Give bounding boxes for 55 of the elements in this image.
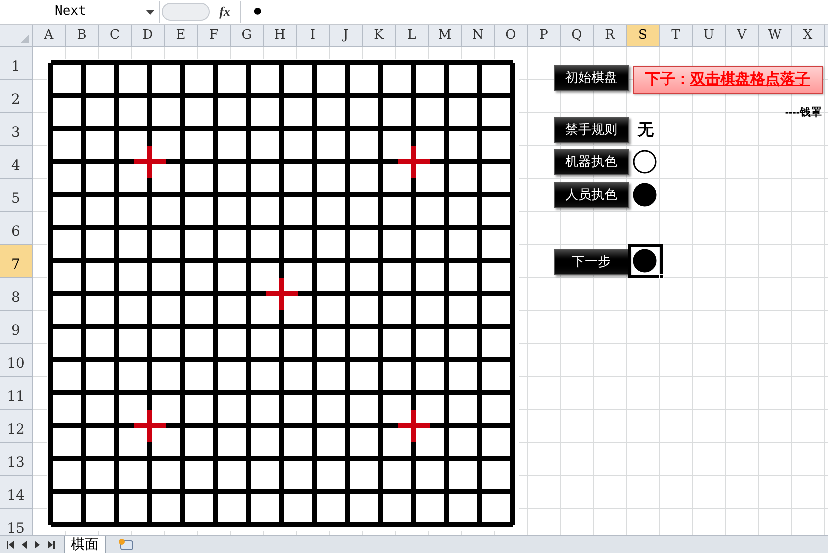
column-header[interactable]: F (198, 25, 231, 46)
row-header[interactable]: 11 (0, 377, 32, 410)
column-header[interactable]: U (693, 25, 726, 46)
insert-function-button[interactable]: fx (210, 2, 240, 22)
column-header[interactable]: L (396, 25, 429, 46)
formula-bar-handle[interactable] (162, 3, 210, 21)
column-header[interactable]: Q (561, 25, 594, 46)
column-header[interactable]: D (132, 25, 165, 46)
column-header[interactable]: H (264, 25, 297, 46)
column-header[interactable]: P (528, 25, 561, 46)
row-header[interactable]: 8 (0, 278, 32, 311)
row-header[interactable]: 5 (0, 179, 32, 212)
column-header[interactable]: X (792, 25, 825, 46)
macro-button[interactable]: 机器执色 (554, 149, 629, 175)
macro-button[interactable]: 初始棋盘 (554, 65, 629, 91)
column-header[interactable]: B (66, 25, 99, 46)
column-header[interactable]: K (363, 25, 396, 46)
caret-icon (146, 10, 155, 14)
next-sheet-icon[interactable] (35, 540, 40, 548)
row-header[interactable]: 4 (0, 146, 32, 179)
author-text: ----钱罩 (785, 106, 822, 121)
last-sheet-icon[interactable] (48, 540, 55, 548)
sheet-tab[interactable]: 棋面 (64, 536, 106, 553)
row-header[interactable]: 1 (0, 47, 32, 80)
hint-text: 下子： (646, 70, 690, 90)
column-header[interactable]: W (759, 25, 792, 46)
macro-button[interactable]: 人员执色 (554, 182, 629, 208)
column-header[interactable]: E (165, 25, 198, 46)
column-header[interactable]: V (726, 25, 759, 46)
first-sheet-icon[interactable] (7, 540, 14, 548)
column-header[interactable]: J (330, 25, 363, 46)
column-header[interactable]: M (429, 25, 462, 46)
column-header[interactable]: N (462, 25, 495, 46)
column-header[interactable]: S (627, 25, 660, 46)
column-header[interactable]: A (33, 25, 66, 46)
row-header[interactable]: 10 (0, 344, 32, 377)
column-header[interactable]: O (495, 25, 528, 46)
row-header[interactable]: 12 (0, 410, 32, 443)
column-header[interactable]: I (297, 25, 330, 46)
row-header[interactable]: 9 (0, 311, 32, 344)
column-header[interactable]: C (99, 25, 132, 46)
row-header[interactable]: 2 (0, 80, 32, 113)
row-header[interactable]: 3 (0, 113, 32, 146)
row-header[interactable]: 14 (0, 476, 32, 509)
name-box[interactable]: Next (0, 1, 160, 23)
previous-sheet-icon[interactable] (22, 540, 27, 548)
setting-value: 无 (638, 119, 654, 141)
formula-value[interactable]: ● (253, 0, 263, 24)
macro-button[interactable]: 禁手规则 (554, 117, 629, 143)
new-sheet-icon[interactable] (118, 538, 134, 551)
column-header[interactable]: T (660, 25, 693, 46)
row-header[interactable]: 7 (0, 245, 32, 278)
macro-button[interactable]: 下一步 (554, 249, 629, 275)
column-header[interactable]: G (231, 25, 264, 46)
row-header[interactable]: 13 (0, 443, 32, 476)
